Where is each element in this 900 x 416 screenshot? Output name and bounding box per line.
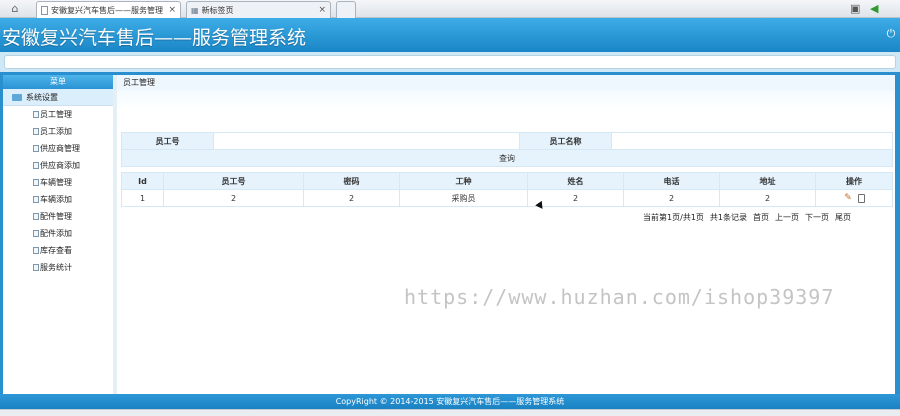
menu-group-system-settings[interactable]: 系统设置 xyxy=(3,89,113,106)
col-name-header: 姓名 xyxy=(527,172,624,190)
employee-no-label: 员工号 xyxy=(121,132,214,150)
doc-icon xyxy=(33,264,39,271)
sidebar: 菜单 系统设置 员工管理 员工添加 供应商管理 供应商添加 车辆管理 车辆添加 … xyxy=(0,72,117,394)
doc-icon xyxy=(33,111,39,118)
power-icon[interactable]: ⏻ xyxy=(885,28,897,40)
cell-address: 2 xyxy=(719,189,816,207)
doc-icon xyxy=(33,145,39,152)
menu-group-label: 系统设置 xyxy=(26,92,58,102)
back-arrow-icon[interactable]: ◀ xyxy=(870,2,878,15)
toolbar-bar xyxy=(4,55,896,69)
col-actions-header: 操作 xyxy=(815,172,893,190)
employee-no-input[interactable] xyxy=(213,132,520,150)
toolbar-strip xyxy=(0,52,900,72)
cell-job: 采购员 xyxy=(399,189,528,207)
doc-icon xyxy=(33,230,39,237)
footer: CopyRight © 2014-2015 安徽复兴汽车售后——服务管理系统 xyxy=(0,394,900,409)
menu-item-label: 员工管理 xyxy=(40,110,72,119)
close-tab-icon[interactable]: × xyxy=(318,5,326,15)
menu-item-parts-add[interactable]: 配件添加 xyxy=(3,225,113,242)
content-band xyxy=(117,90,895,110)
employee-name-input[interactable] xyxy=(611,132,893,150)
tab-label: 安徽复兴汽车售后——服务管理 xyxy=(51,5,163,15)
page-info: 当前第1页/共1页 xyxy=(643,213,704,222)
browser-tab-active[interactable]: 安徽复兴汽车售后——服务管理 × xyxy=(36,1,181,18)
menu-item-label: 供应商管理 xyxy=(40,144,80,153)
menu-item-vehicle-add[interactable]: 车辆添加 xyxy=(3,191,113,208)
doc-icon xyxy=(33,128,39,135)
col-employee-no-header: 员工号 xyxy=(163,172,304,190)
close-tab-icon[interactable]: × xyxy=(168,5,176,15)
prev-page-link[interactable]: 上一页 xyxy=(775,212,799,223)
menu-item-employee-management[interactable]: 员工管理 xyxy=(3,106,113,123)
cell-password: 2 xyxy=(303,189,400,207)
content-panel: 员工管理 员工号 员工名称 查询 Id 员工号 密码 工种 姓名 电话 地址 操… xyxy=(117,75,895,394)
doc-icon xyxy=(33,179,39,186)
breadcrumb: 员工管理 xyxy=(117,75,895,90)
cell-phone: 2 xyxy=(623,189,720,207)
cell-id: 1 xyxy=(121,189,164,207)
save-page-icon[interactable]: ▣ xyxy=(850,2,860,15)
col-password-header: 密码 xyxy=(303,172,400,190)
menu-item-label: 车辆管理 xyxy=(40,178,72,187)
menu-title: 菜单 xyxy=(3,75,113,89)
query-row: 查询 xyxy=(121,149,893,167)
tab-label: 新标签页 xyxy=(201,5,234,15)
col-id-header: Id xyxy=(121,172,164,190)
query-button[interactable]: 查询 xyxy=(493,153,521,164)
doc-icon xyxy=(33,247,39,254)
record-count: 共1条记录 xyxy=(709,213,747,222)
app-title: 安徽复兴汽车售后——服务管理系统 xyxy=(2,27,307,49)
menu-item-supplier-add[interactable]: 供应商添加 xyxy=(3,157,113,174)
menu-item-label: 配件管理 xyxy=(40,212,72,221)
folder-icon xyxy=(12,93,22,101)
menu-item-label: 供应商添加 xyxy=(40,161,80,170)
delete-icon[interactable] xyxy=(857,193,865,203)
doc-icon xyxy=(33,162,39,169)
menu-item-supplier-management[interactable]: 供应商管理 xyxy=(3,140,113,157)
new-tab-button[interactable] xyxy=(336,1,356,18)
menu-item-label: 库存查看 xyxy=(40,246,72,255)
search-form: 员工号 员工名称 查询 xyxy=(121,132,893,167)
menu-item-inventory-view[interactable]: 库存查看 xyxy=(3,242,113,259)
menu-item-vehicle-management[interactable]: 车辆管理 xyxy=(3,174,113,191)
cell-actions: ✎ xyxy=(815,189,893,207)
menu-item-parts-management[interactable]: 配件管理 xyxy=(3,208,113,225)
menu-item-service-stats[interactable]: 服务统计 xyxy=(3,259,113,276)
main-area: 员工管理 员工号 员工名称 查询 Id 员工号 密码 工种 姓名 电话 地址 操… xyxy=(117,72,900,394)
col-phone-header: 电话 xyxy=(623,172,720,190)
browser-status-bar xyxy=(0,409,900,416)
menu-item-label: 员工添加 xyxy=(40,127,72,136)
edit-icon[interactable]: ✎ xyxy=(844,193,853,203)
last-page-link[interactable]: 尾页 xyxy=(835,212,851,223)
cell-employee-no: 2 xyxy=(163,189,304,207)
employee-name-label: 员工名称 xyxy=(519,132,612,150)
browser-tab-bar: ⌂ 安徽复兴汽车售后——服务管理 × ▦ 新标签页 × ▣ ◀ xyxy=(0,0,900,18)
menu-item-label: 服务统计 xyxy=(40,263,72,272)
home-icon[interactable]: ⌂ xyxy=(8,2,22,15)
browser-tab-new[interactable]: ▦ 新标签页 × xyxy=(186,1,331,18)
grid-icon: ▦ xyxy=(191,5,199,15)
pagination: 当前第1页/共1页 共1条记录 首页 上一页 下一页 尾页 xyxy=(643,212,851,223)
next-page-link[interactable]: 下一页 xyxy=(805,212,829,223)
col-job-header: 工种 xyxy=(399,172,528,190)
table-row: 1 2 2 采购员 2 2 2 ✎ xyxy=(121,189,893,207)
col-address-header: 地址 xyxy=(719,172,816,190)
menu-item-employee-add[interactable]: 员工添加 xyxy=(3,123,113,140)
table-header-row: Id 员工号 密码 工种 姓名 电话 地址 操作 xyxy=(121,172,893,190)
browser-window: ⌂ 安徽复兴汽车售后——服务管理 × ▦ 新标签页 × ▣ ◀ 安徽复兴汽车售后… xyxy=(0,0,900,416)
employee-table: Id 员工号 密码 工种 姓名 电话 地址 操作 1 2 2 采购员 2 2 2 xyxy=(121,172,893,207)
menu-item-label: 配件添加 xyxy=(40,229,72,238)
watermark: https://www.huzhan.com/ishop39397 xyxy=(404,285,835,309)
doc-icon xyxy=(33,213,39,220)
first-page-link[interactable]: 首页 xyxy=(753,212,769,223)
app-header: 安徽复兴汽车售后——服务管理系统 ⏻ xyxy=(0,18,900,52)
doc-icon xyxy=(33,196,39,203)
menu-item-label: 车辆添加 xyxy=(40,195,72,204)
page-icon xyxy=(41,5,48,15)
